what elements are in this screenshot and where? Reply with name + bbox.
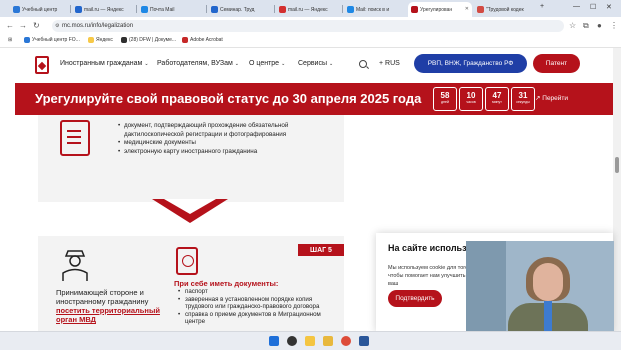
new-tab-icon[interactable]: + xyxy=(540,3,544,10)
deadline-banner: Урегулируйте свой правовой статус до 30 … xyxy=(15,83,613,115)
step-5-tag: ШАГ 5 xyxy=(298,244,344,256)
close-window-icon[interactable]: ✕ xyxy=(606,3,612,11)
menu-item-about[interactable]: О центре ⌄ xyxy=(249,60,285,67)
site-logo[interactable] xyxy=(35,56,49,74)
browser-tab-strip: Учебный центр mail.ru — Яндекс Почта Mai… xyxy=(0,0,621,17)
bookmark-item[interactable]: Яндекс xyxy=(88,37,113,43)
browser-tab[interactable]: mail.ru — Яндекс xyxy=(72,2,134,17)
visit-mvd-link[interactable]: посетить территориальный орган МВД xyxy=(56,306,160,324)
chevron-down-icon: ⌄ xyxy=(144,61,149,67)
bookmark-star-icon[interactable]: ☆ xyxy=(569,21,576,30)
tab-title: Почта Mail xyxy=(150,6,175,13)
tab-favicon-icon xyxy=(347,6,354,13)
windows-start-icon[interactable] xyxy=(269,336,279,346)
countdown-days: 58 дней xyxy=(433,87,457,111)
external-link-icon: ↗ xyxy=(535,95,541,102)
browser-tab[interactable]: mail.ru — Яндекс xyxy=(276,2,340,17)
list-item: медицинские документы xyxy=(118,139,338,148)
browser-tab[interactable]: Семинар. Труд xyxy=(208,2,272,17)
browser-tab[interactable]: "Трудовой кодек xyxy=(474,2,538,17)
list-item: справка о приеме документов в Миграционн… xyxy=(177,311,337,326)
chevron-down-icon: ⌄ xyxy=(329,61,334,67)
windows-taskbar xyxy=(0,331,621,350)
list-item: документ, подтверждающий прохождение обя… xyxy=(118,122,338,139)
browser-tab[interactable]: Учебный центр xyxy=(10,2,68,17)
tab-title: Семинар. Труд xyxy=(220,6,255,13)
maximize-icon[interactable]: ☐ xyxy=(590,3,596,11)
tab-favicon-icon xyxy=(211,6,218,13)
page-scrollbar[interactable] xyxy=(613,48,621,331)
url-text: mc.mos.ru/info/legalization xyxy=(62,23,134,29)
webcam-overlay xyxy=(466,241,614,341)
banner-text: Урегулируйте свой правовой статус до 30 … xyxy=(35,91,422,106)
list-item: паспорт xyxy=(177,288,337,296)
tab-favicon-icon xyxy=(141,6,148,13)
bookmark-item[interactable]: Учебный центр FO... xyxy=(24,37,80,43)
menu-item-services[interactable]: Сервисы ⌄ xyxy=(298,60,333,67)
tab-title: mail.ru — Яндекс xyxy=(288,6,328,13)
browser-tab[interactable]: Mail: поиск в и xyxy=(344,2,406,17)
list-item: заверенная в установленном порядке копия… xyxy=(177,296,337,311)
bookmark-item[interactable]: Adobe Acrobat xyxy=(182,37,223,43)
patent-button[interactable]: Патент xyxy=(533,54,580,73)
address-bar: ← → ↻ ⚙ mc.mos.ru/info/legalization ☆ ⧉ … xyxy=(0,17,621,35)
extensions-icon[interactable]: ⧉ xyxy=(583,21,589,31)
step-arrow-inner xyxy=(164,199,216,214)
chevron-down-icon: ⌄ xyxy=(281,61,286,67)
step-4-document-list: документ, подтверждающий прохождение обя… xyxy=(118,122,338,156)
menu-icon[interactable]: ⋮ xyxy=(610,21,618,30)
passport-icon xyxy=(176,247,198,275)
take-documents-list: паспорт заверенная в установленном поряд… xyxy=(177,288,337,326)
menu-item-employers[interactable]: Работодателям, ВУЗам ⌄ xyxy=(157,60,239,67)
tab-title: Mail: поиск в и xyxy=(356,6,390,13)
profile-icon[interactable]: ● xyxy=(597,21,602,30)
take-documents-title: При себе иметь документы: xyxy=(174,279,279,288)
close-tab-icon[interactable]: ✕ xyxy=(465,6,469,12)
documents-icon xyxy=(60,120,90,156)
apps-icon[interactable]: ⊞ xyxy=(8,37,12,43)
tab-title: "Трудовой кодек xyxy=(486,6,524,13)
goto-link[interactable]: ↗ Перейти xyxy=(535,94,568,102)
browser-tab[interactable]: Почта Mail xyxy=(138,2,204,17)
tab-title: Урегулирован xyxy=(420,6,453,13)
list-item: электронную карту иностранного гражданин… xyxy=(118,148,338,157)
minimize-icon[interactable]: — xyxy=(573,3,580,10)
step-5-instruction: Принимающей стороне и иностранному гражд… xyxy=(56,288,160,324)
countdown-minutes: 47 минут xyxy=(485,87,509,111)
cookie-text: Мы используем cookie для того, чтобы пом… xyxy=(388,265,470,287)
rvp-citizenship-button[interactable]: РВП, ВНЖ, Гражданство РФ xyxy=(414,54,527,73)
menu-item-foreigners[interactable]: Иностранным гражданам ⌄ xyxy=(60,60,149,67)
tab-favicon-icon xyxy=(75,6,82,13)
bookmark-item[interactable]: (28) DFW | Докуме... xyxy=(121,37,176,43)
app-icon[interactable] xyxy=(323,336,333,346)
search-icon[interactable] xyxy=(359,60,367,68)
url-input[interactable]: ⚙ mc.mos.ru/info/legalization xyxy=(52,20,564,32)
tab-favicon-icon xyxy=(13,6,20,13)
site-info-icon[interactable]: ⚙ xyxy=(55,20,59,32)
word-icon[interactable] xyxy=(359,336,369,346)
reload-icon[interactable]: ↻ xyxy=(33,21,40,30)
forward-icon[interactable]: → xyxy=(19,21,27,30)
chrome-icon[interactable] xyxy=(341,336,351,346)
officer-icon xyxy=(62,250,88,281)
scrollbar-thumb[interactable] xyxy=(615,157,619,173)
countdown-hours: 10 часов xyxy=(459,87,483,111)
confirm-cookie-button[interactable]: Подтвердить xyxy=(388,290,442,307)
language-selector[interactable]: + RUS xyxy=(379,60,400,67)
chevron-down-icon: ⌄ xyxy=(234,61,239,67)
bookmarks-bar: ⊞ Учебный центр FO... Яндекс (28) DFW | … xyxy=(0,35,621,48)
tab-favicon-icon xyxy=(279,6,286,13)
file-explorer-icon[interactable] xyxy=(305,336,315,346)
tab-favicon-icon xyxy=(411,6,418,13)
browser-tab-active[interactable]: Урегулирован ✕ xyxy=(408,2,472,17)
app-icon[interactable] xyxy=(287,336,297,346)
tab-title: mail.ru — Яндекс xyxy=(84,6,124,13)
countdown-seconds: 31 секунды xyxy=(511,87,535,111)
back-icon[interactable]: ← xyxy=(6,21,14,30)
tab-title: Учебный центр xyxy=(22,6,58,13)
tab-favicon-icon xyxy=(477,6,484,13)
